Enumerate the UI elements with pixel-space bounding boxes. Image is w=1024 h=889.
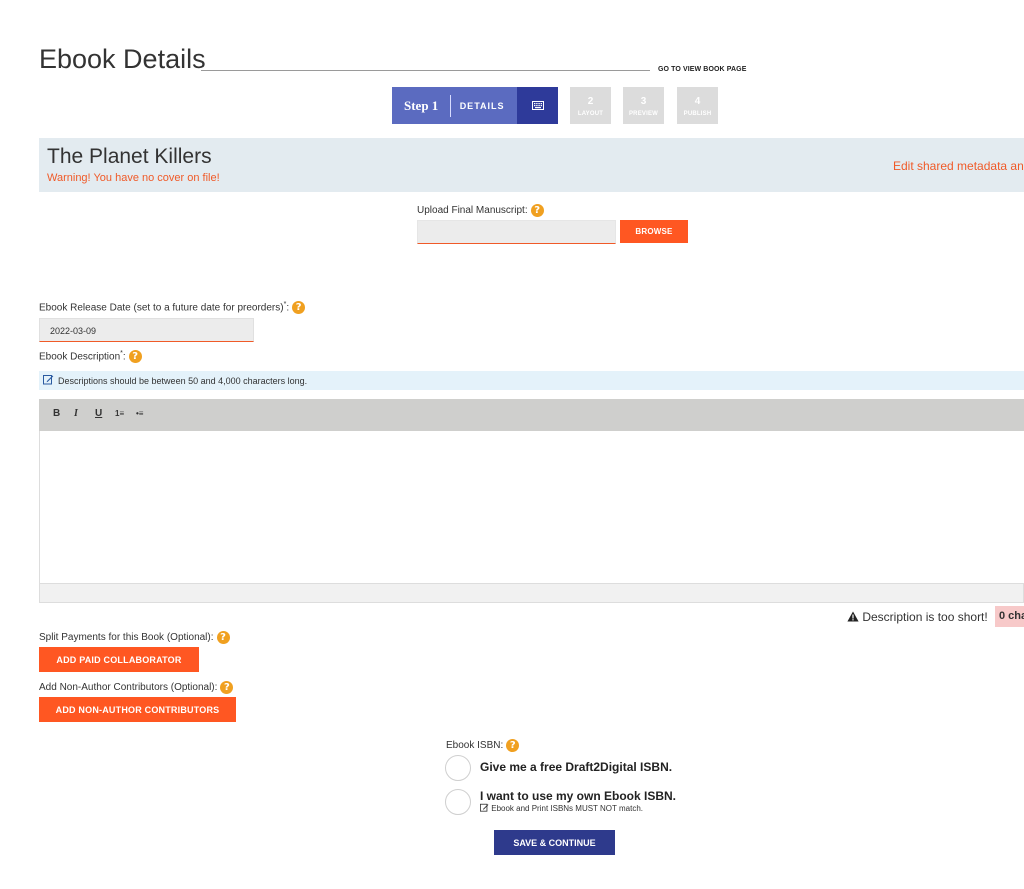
ordered-list-button[interactable]: 1≡ bbox=[115, 409, 124, 418]
step-1-details[interactable]: Step 1 DETAILS bbox=[392, 87, 559, 124]
description-label: Ebook Description bbox=[39, 351, 121, 363]
release-date-field-label: Ebook Release Date (set to a future date… bbox=[39, 301, 306, 315]
step-1-number: Step 1 bbox=[404, 97, 439, 113]
own-isbn-radio[interactable] bbox=[445, 789, 471, 815]
too-short-text: Description is too short! bbox=[862, 610, 988, 624]
step-3-preview[interactable]: 3 PREVIEW bbox=[623, 87, 664, 124]
editor-toolbar bbox=[39, 399, 1024, 431]
edit-icon bbox=[480, 803, 491, 813]
step-3-number: 3 bbox=[640, 96, 647, 107]
free-isbn-radio[interactable] bbox=[445, 755, 471, 781]
step-1-label: DETAILS bbox=[459, 100, 505, 111]
own-isbn-option-label[interactable]: I want to use my own Ebook ISBN. bbox=[480, 789, 676, 803]
step-3-label: PREVIEW bbox=[628, 111, 659, 117]
bold-button[interactable]: B bbox=[53, 408, 60, 419]
underline-button[interactable]: U bbox=[95, 408, 102, 419]
book-title: The Planet Killers bbox=[47, 145, 212, 168]
upload-manuscript-label: Upload Final Manuscript: bbox=[417, 205, 528, 217]
character-count-badge: 0 cha bbox=[995, 606, 1024, 627]
split-payments-field-label: Split Payments for this Book (Optional):… bbox=[39, 631, 230, 644]
step-4-number: 4 bbox=[694, 96, 701, 107]
help-icon[interactable]: ? bbox=[128, 350, 142, 364]
edit-icon bbox=[43, 374, 54, 388]
description-too-short-message: Description is too short! bbox=[847, 610, 988, 624]
contributors-field-label: Add Non-Author Contributors (Optional):? bbox=[39, 681, 234, 694]
manuscript-file-input[interactable] bbox=[417, 220, 616, 244]
help-icon[interactable]: ? bbox=[216, 631, 230, 644]
step-divider bbox=[449, 94, 451, 117]
help-icon[interactable]: ? bbox=[220, 681, 234, 694]
release-date-input[interactable]: 2022-03-09 bbox=[39, 318, 254, 342]
split-payments-label: Split Payments for this Book (Optional): bbox=[39, 632, 214, 644]
label-colon: : bbox=[122, 351, 126, 363]
isbn-note-text: Ebook and Print ISBNs MUST NOT match. bbox=[491, 804, 643, 813]
help-icon[interactable]: ? bbox=[506, 739, 520, 752]
step-4-label: PUBLISH bbox=[683, 111, 712, 117]
step-2-layout[interactable]: 2 LAYOUT bbox=[570, 87, 611, 124]
description-info-text: Descriptions should be between 50 and 4,… bbox=[58, 375, 308, 386]
free-isbn-option-label[interactable]: Give me a free Draft2Digital ISBN. bbox=[480, 760, 672, 774]
page-title: Ebook Details bbox=[39, 44, 206, 74]
isbn-label: Ebook ISBN: bbox=[446, 740, 504, 752]
title-divider bbox=[201, 70, 650, 71]
no-cover-warning: Warning! You have no cover on file! bbox=[47, 172, 220, 184]
step-4-publish[interactable]: 4 PUBLISH bbox=[677, 87, 718, 124]
release-date-label: Ebook Release Date (set to a future date… bbox=[39, 302, 284, 314]
description-info-bar: Descriptions should be between 50 and 4,… bbox=[39, 371, 1024, 390]
bullet-list-button[interactable]: •≡ bbox=[136, 409, 143, 418]
label-colon: : bbox=[286, 302, 290, 314]
help-icon[interactable]: ? bbox=[530, 204, 544, 217]
add-non-author-contributors-button[interactable]: ADD NON-AUTHOR CONTRIBUTORS bbox=[39, 697, 236, 722]
add-paid-collaborator-button[interactable]: ADD PAID COLLABORATOR bbox=[39, 647, 199, 672]
description-field-label: Ebook Description*:? bbox=[39, 350, 142, 364]
help-icon[interactable]: ? bbox=[292, 301, 306, 315]
browse-button[interactable]: BROWSE bbox=[620, 220, 688, 243]
save-continue-button[interactable]: SAVE & CONTINUE bbox=[494, 830, 615, 855]
editor-status-bar bbox=[39, 583, 1024, 603]
isbn-field-label: Ebook ISBN:? bbox=[446, 739, 520, 752]
isbn-note: Ebook and Print ISBNs MUST NOT match. bbox=[480, 803, 643, 813]
view-book-page-link[interactable]: GO TO VIEW BOOK PAGE bbox=[658, 66, 746, 73]
keyboard-icon[interactable] bbox=[517, 87, 559, 124]
step-2-number: 2 bbox=[587, 96, 594, 107]
upload-manuscript-field-label: Upload Final Manuscript:? bbox=[417, 204, 544, 217]
contributors-label: Add Non-Author Contributors (Optional): bbox=[39, 682, 218, 694]
warning-icon bbox=[847, 610, 862, 624]
edit-shared-metadata-link[interactable]: Edit shared metadata an bbox=[893, 159, 1024, 173]
italic-button[interactable]: I bbox=[74, 408, 78, 419]
step-2-label: LAYOUT bbox=[577, 111, 604, 117]
description-editor[interactable] bbox=[39, 431, 1024, 583]
